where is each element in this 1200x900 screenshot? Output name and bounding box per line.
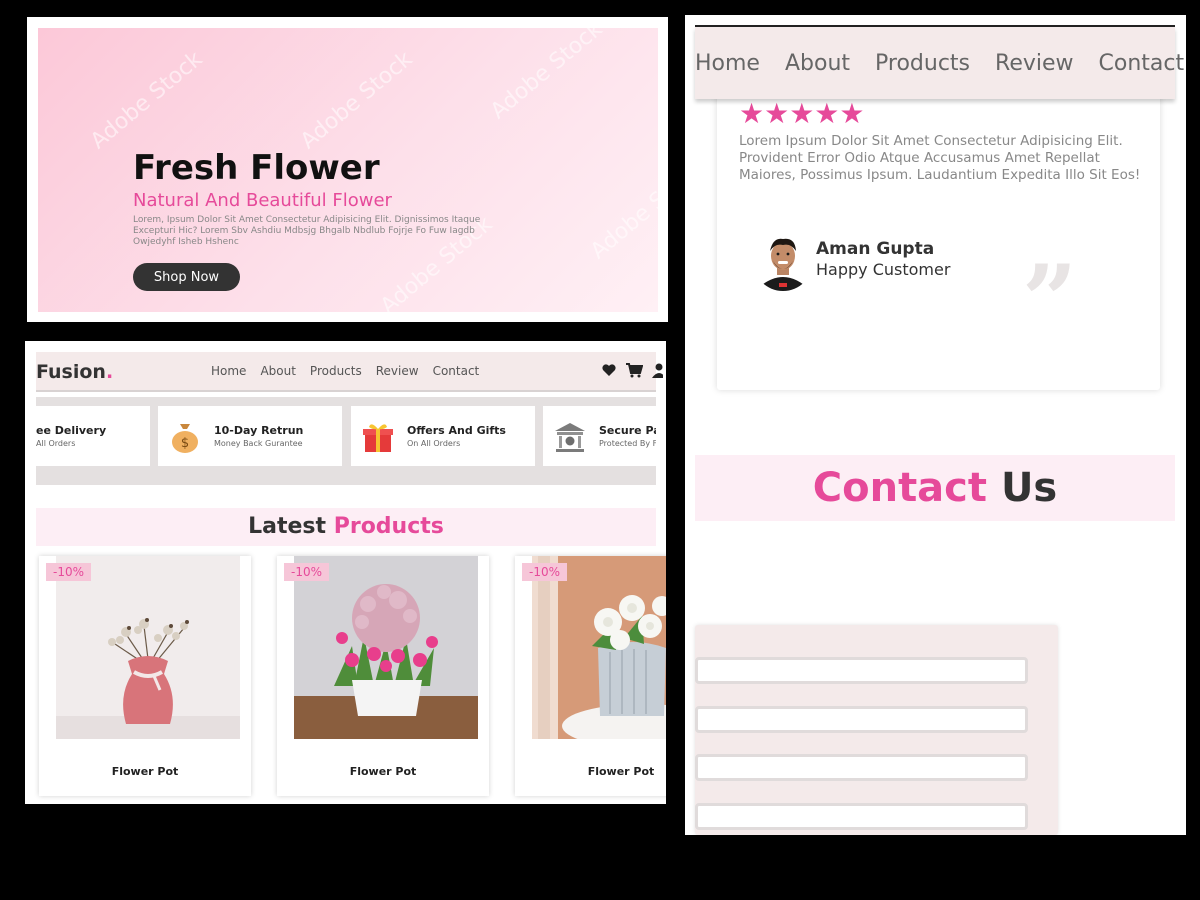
- feature-title: ee Delivery: [36, 424, 107, 437]
- avatar: [753, 231, 813, 291]
- feature-title: Offers And Gifts: [407, 424, 506, 437]
- feature-card-return: $ 10-Day Retrun Money Back Gurantee: [158, 406, 342, 466]
- contact-form: [695, 625, 1058, 835]
- product-card[interactable]: -10% Flower Pot: [39, 556, 251, 796]
- features-strip: ee Delivery All Orders $ 10-Day Retrun M…: [36, 397, 656, 485]
- product-image[interactable]: [294, 556, 478, 739]
- hero-description: Lorem, Ipsum Dolor Sit Amet Consectetur …: [133, 215, 481, 247]
- reviewer-role: Happy Customer: [816, 260, 951, 279]
- heart-icon[interactable]: [601, 362, 617, 378]
- user-icon[interactable]: [651, 362, 663, 378]
- hero-panel: Adobe Stock Adobe Stock Adobe Stock Adob…: [27, 17, 668, 322]
- product-name[interactable]: Flower Pot: [515, 765, 666, 778]
- watermark: Adobe Stock: [86, 46, 208, 155]
- shop-now-button[interactable]: Shop Now: [133, 263, 240, 291]
- nav-products[interactable]: Products: [310, 364, 362, 378]
- hero-title: Fresh Flower: [133, 148, 380, 188]
- discount-badge: -10%: [522, 563, 568, 581]
- logo[interactable]: Fusion.: [36, 361, 113, 383]
- feature-card-secure: Secure Pa Protected By F: [543, 406, 656, 466]
- review-contact-panel: ★★★★★ Lorem Ipsum Dolor Sit Amet Consect…: [685, 15, 1186, 835]
- star-rating: ★★★★★: [739, 97, 865, 130]
- latest-products-heading: Latest Products: [36, 508, 656, 546]
- nav-home[interactable]: Home: [695, 51, 760, 76]
- review-nav-links: Home About Products Review Contact: [695, 51, 1184, 76]
- gift-icon: [363, 424, 393, 452]
- hero-banner: Adobe Stock Adobe Stock Adobe Stock Adob…: [38, 28, 658, 312]
- feature-subtitle: Money Back Gurantee: [214, 439, 303, 448]
- product-name[interactable]: Flower Pot: [277, 765, 489, 778]
- discount-badge: -10%: [284, 563, 330, 581]
- nav-about[interactable]: About: [260, 364, 295, 378]
- bank-icon: [555, 423, 585, 452]
- store-navbar: Fusion. Home About Products Review Conta…: [36, 352, 663, 392]
- cart-icon[interactable]: [625, 362, 643, 378]
- product-card[interactable]: -10% Flower Pot: [515, 556, 666, 796]
- hero-subtitle: Natural And Beautiful Flower: [133, 190, 392, 211]
- nav-home[interactable]: Home: [211, 364, 246, 378]
- reviewer-name: Aman Gupta: [816, 239, 935, 259]
- store-nav-links: Home About Products Review Contact: [211, 364, 479, 378]
- nav-contact[interactable]: Contact: [433, 364, 480, 378]
- feature-title: 10-Day Retrun: [214, 424, 304, 437]
- nav-review[interactable]: Review: [995, 51, 1074, 76]
- feature-subtitle: On All Orders: [407, 439, 461, 448]
- watermark: Adobe Stock: [586, 156, 658, 265]
- nav-contact[interactable]: Contact: [1099, 51, 1185, 76]
- svg-text:$: $: [181, 436, 189, 451]
- feature-card-delivery: ee Delivery All Orders: [36, 406, 150, 466]
- product-name[interactable]: Flower Pot: [39, 765, 251, 778]
- feature-card-gifts: Offers And Gifts On All Orders: [351, 406, 535, 466]
- contact-input[interactable]: [695, 803, 1028, 830]
- contact-us-heading: Contact Us: [695, 455, 1175, 521]
- nav-review[interactable]: Review: [376, 364, 419, 378]
- contact-input[interactable]: [695, 657, 1028, 684]
- review-card: ★★★★★ Lorem Ipsum Dolor Sit Amet Consect…: [717, 85, 1160, 390]
- review-navbar: Home About Products Review Contact: [695, 27, 1184, 99]
- money-bag-icon: $: [172, 424, 198, 453]
- review-text: Lorem Ipsum Dolor Sit Amet Consectetur A…: [739, 133, 1141, 183]
- nav-icons: [601, 362, 663, 378]
- contact-input[interactable]: [695, 706, 1028, 733]
- feature-subtitle: All Orders: [36, 439, 76, 448]
- product-card[interactable]: -10% Flower Pot: [277, 556, 489, 796]
- watermark: Adobe Stock: [486, 28, 608, 125]
- quote-icon: ”: [1022, 244, 1078, 357]
- product-image[interactable]: [532, 556, 666, 739]
- nav-products[interactable]: Products: [875, 51, 970, 76]
- store-panel: Fusion. Home About Products Review Conta…: [25, 341, 666, 804]
- watermark: Adobe Stock: [296, 46, 418, 155]
- feature-subtitle: Protected By F: [599, 439, 656, 448]
- nav-about[interactable]: About: [785, 51, 850, 76]
- contact-input[interactable]: [695, 754, 1028, 781]
- product-image[interactable]: [56, 556, 240, 739]
- feature-title: Secure Pa: [599, 424, 656, 437]
- discount-badge: -10%: [46, 563, 92, 581]
